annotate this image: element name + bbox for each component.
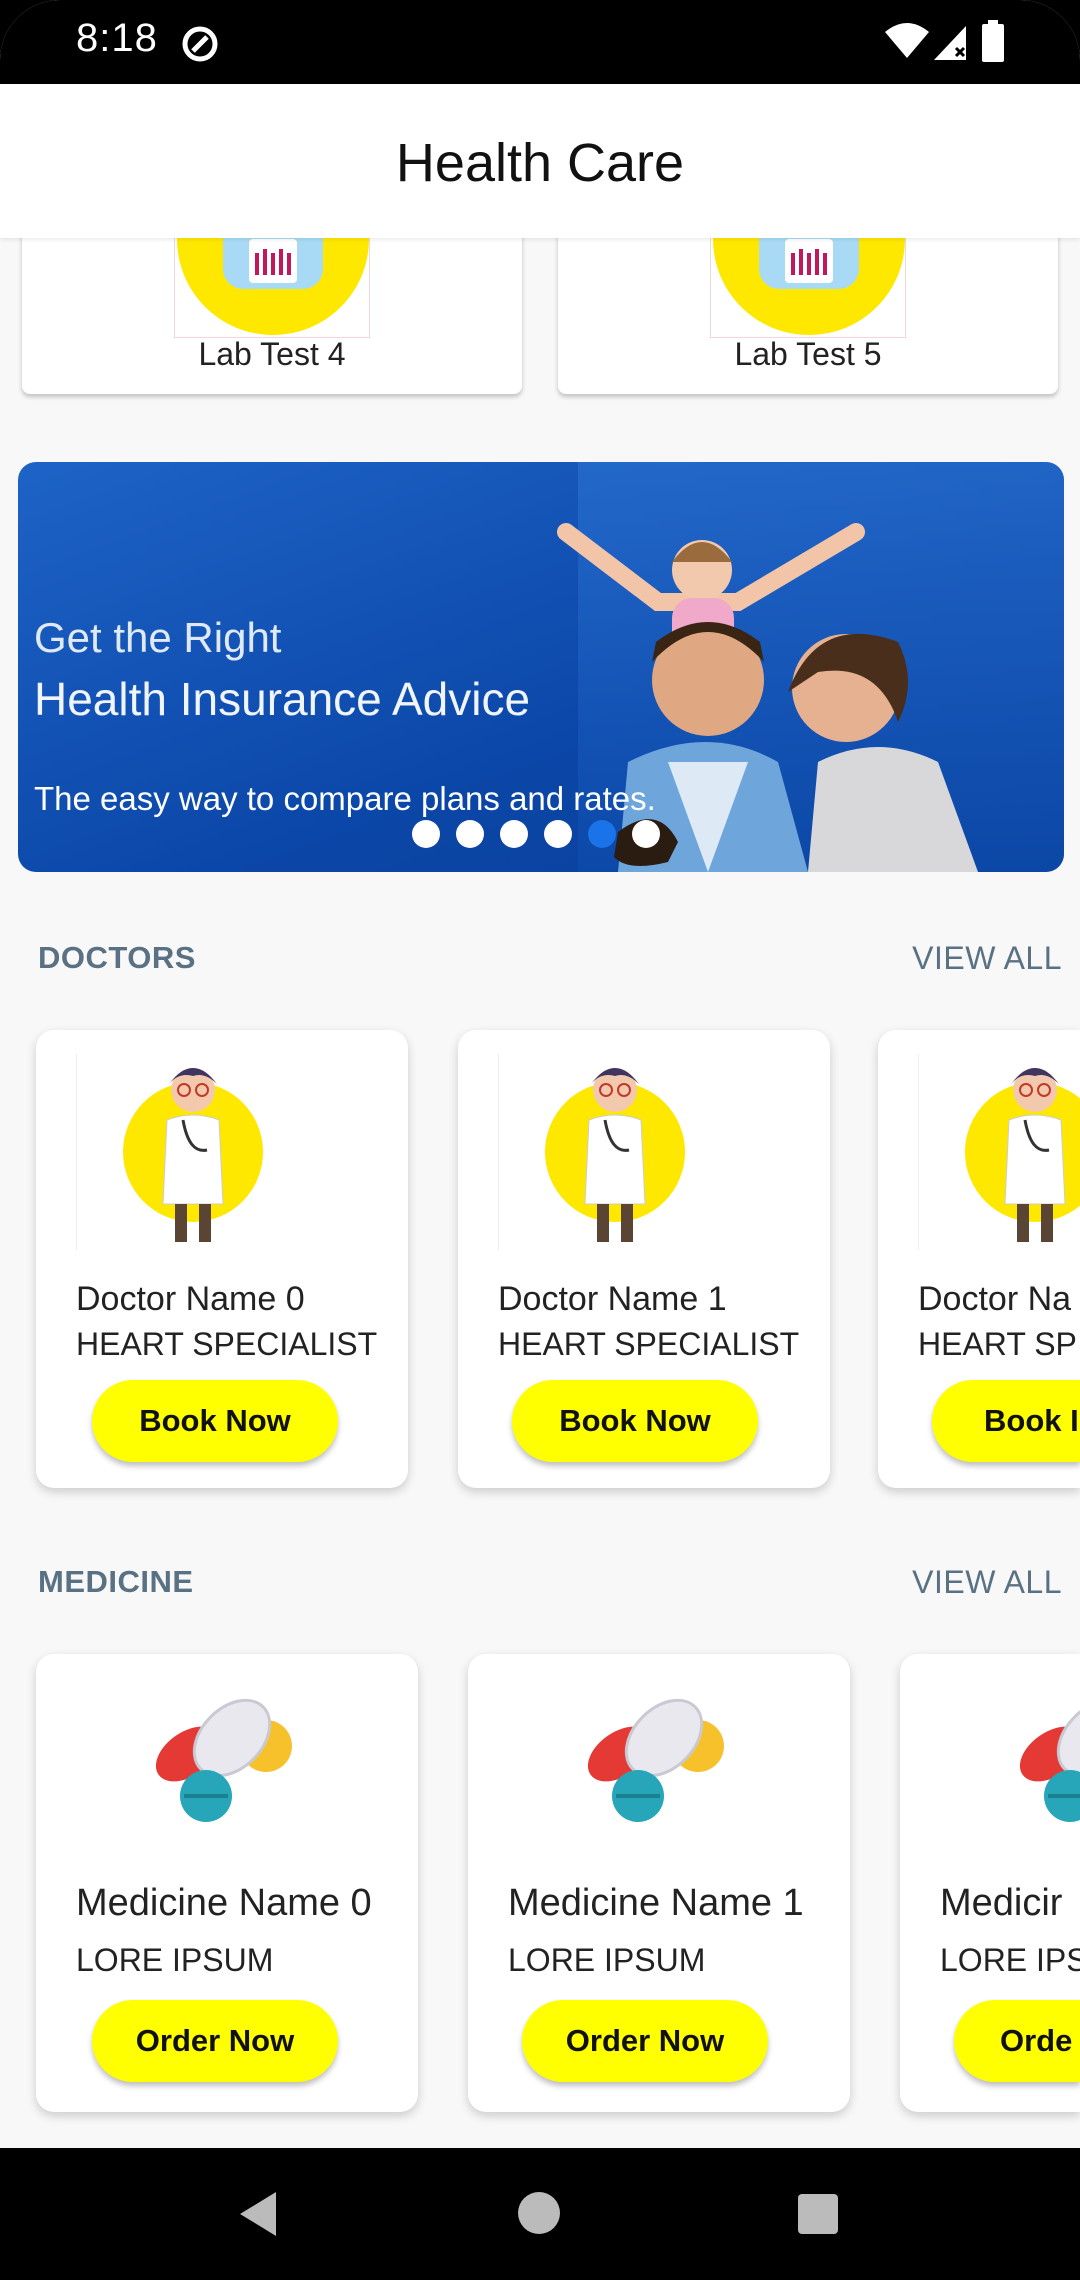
carousel-dot[interactable] bbox=[544, 820, 572, 848]
medicine-description: LORE IPSUM bbox=[508, 1942, 706, 1978]
medicine-card[interactable]: Medicine Name 0 LORE IPSUM Order Now bbox=[36, 1654, 418, 2112]
doctors-view-all-link[interactable]: VIEW ALL bbox=[912, 940, 1062, 977]
signal-icon bbox=[932, 22, 968, 67]
doctor-card[interactable]: Doctor Na HEART SP Book I bbox=[878, 1030, 1080, 1488]
carousel-indicators bbox=[412, 820, 660, 850]
medicine-name: Medicir bbox=[940, 1882, 1063, 1924]
doctor-name: Doctor Na bbox=[918, 1280, 1072, 1318]
lab-test-image bbox=[174, 238, 370, 338]
book-now-button[interactable]: Book I bbox=[932, 1380, 1080, 1462]
status-time: 8:18 bbox=[76, 16, 158, 60]
medicine-name: Medicine Name 0 bbox=[76, 1882, 372, 1924]
carousel-dot[interactable] bbox=[456, 820, 484, 848]
scroll-content[interactable]: Lab Test 4 Lab Test 5 Get the Right Heal… bbox=[0, 238, 1080, 2148]
pills-icon bbox=[1010, 1684, 1080, 1834]
lab-test-label: Lab Test 5 bbox=[734, 336, 882, 372]
doctor-specialty: HEART SPECIALIST bbox=[498, 1326, 800, 1362]
pills-icon bbox=[146, 1684, 296, 1834]
home-icon[interactable] bbox=[518, 2192, 560, 2234]
order-now-button[interactable]: Order Now bbox=[522, 2000, 768, 2082]
doctor-card[interactable]: Doctor Name 0 HEART SPECIALIST Book Now bbox=[36, 1030, 408, 1488]
carousel-dot[interactable] bbox=[412, 820, 440, 848]
doctors-section-title: DOCTORS bbox=[38, 940, 196, 975]
medicine-name: Medicine Name 1 bbox=[508, 1882, 804, 1924]
doctor-name: Doctor Name 0 bbox=[76, 1280, 305, 1318]
doctor-avatar bbox=[76, 1054, 276, 1250]
wifi-icon bbox=[884, 22, 930, 65]
doctor-name: Doctor Name 1 bbox=[498, 1280, 727, 1318]
battery-icon bbox=[982, 20, 1004, 67]
banner-headline-2: Health Insurance Advice bbox=[34, 673, 531, 725]
doctor-avatar bbox=[498, 1054, 698, 1250]
recents-icon[interactable] bbox=[798, 2194, 838, 2234]
lab-test-card[interactable]: Lab Test 5 bbox=[558, 238, 1058, 394]
doctor-specialty: HEART SP bbox=[918, 1326, 1077, 1362]
system-nav-bar bbox=[0, 2148, 1080, 2280]
screen: 8:18 Health Care Lab Test 4 Lab Test 5 G… bbox=[0, 0, 1080, 2280]
lab-test-label: Lab Test 4 bbox=[198, 336, 346, 372]
order-now-button[interactable]: Order Now bbox=[92, 2000, 338, 2082]
app-bar: Health Care bbox=[0, 84, 1080, 238]
banner-headline-1: Get the Right bbox=[34, 614, 282, 661]
order-now-button[interactable]: Orde bbox=[954, 2000, 1080, 2082]
lab-test-card[interactable]: Lab Test 4 bbox=[22, 238, 522, 394]
medicine-description: LORE IPSUM bbox=[76, 1942, 274, 1978]
medicine-card[interactable]: Medicir LORE IPS Orde bbox=[900, 1654, 1080, 2112]
book-now-button[interactable]: Book Now bbox=[512, 1380, 758, 1462]
doctor-card[interactable]: Doctor Name 1 HEART SPECIALIST Book Now bbox=[458, 1030, 830, 1488]
doctor-avatar bbox=[918, 1054, 1080, 1250]
status-bar: 8:18 bbox=[0, 0, 1080, 84]
medicine-view-all-link[interactable]: VIEW ALL bbox=[912, 1564, 1062, 1601]
data-saver-icon bbox=[180, 24, 220, 69]
lab-test-image bbox=[710, 238, 906, 338]
carousel-dot[interactable] bbox=[632, 820, 660, 848]
book-now-button[interactable]: Book Now bbox=[92, 1380, 338, 1462]
medicine-section-title: MEDICINE bbox=[38, 1564, 194, 1599]
carousel-dot[interactable] bbox=[500, 820, 528, 848]
medicine-card[interactable]: Medicine Name 1 LORE IPSUM Order Now bbox=[468, 1654, 850, 2112]
back-icon[interactable] bbox=[236, 2190, 280, 2243]
carousel-dot-active[interactable] bbox=[588, 820, 616, 848]
banner-subtitle: The easy way to compare plans and rates. bbox=[34, 780, 656, 817]
insurance-banner[interactable]: Get the Right Health Insurance Advice Th… bbox=[18, 462, 1064, 872]
medicine-description: LORE IPS bbox=[940, 1942, 1080, 1978]
page-title: Health Care bbox=[395, 133, 685, 193]
pills-icon bbox=[578, 1684, 728, 1834]
doctor-specialty: HEART SPECIALIST bbox=[76, 1326, 378, 1362]
